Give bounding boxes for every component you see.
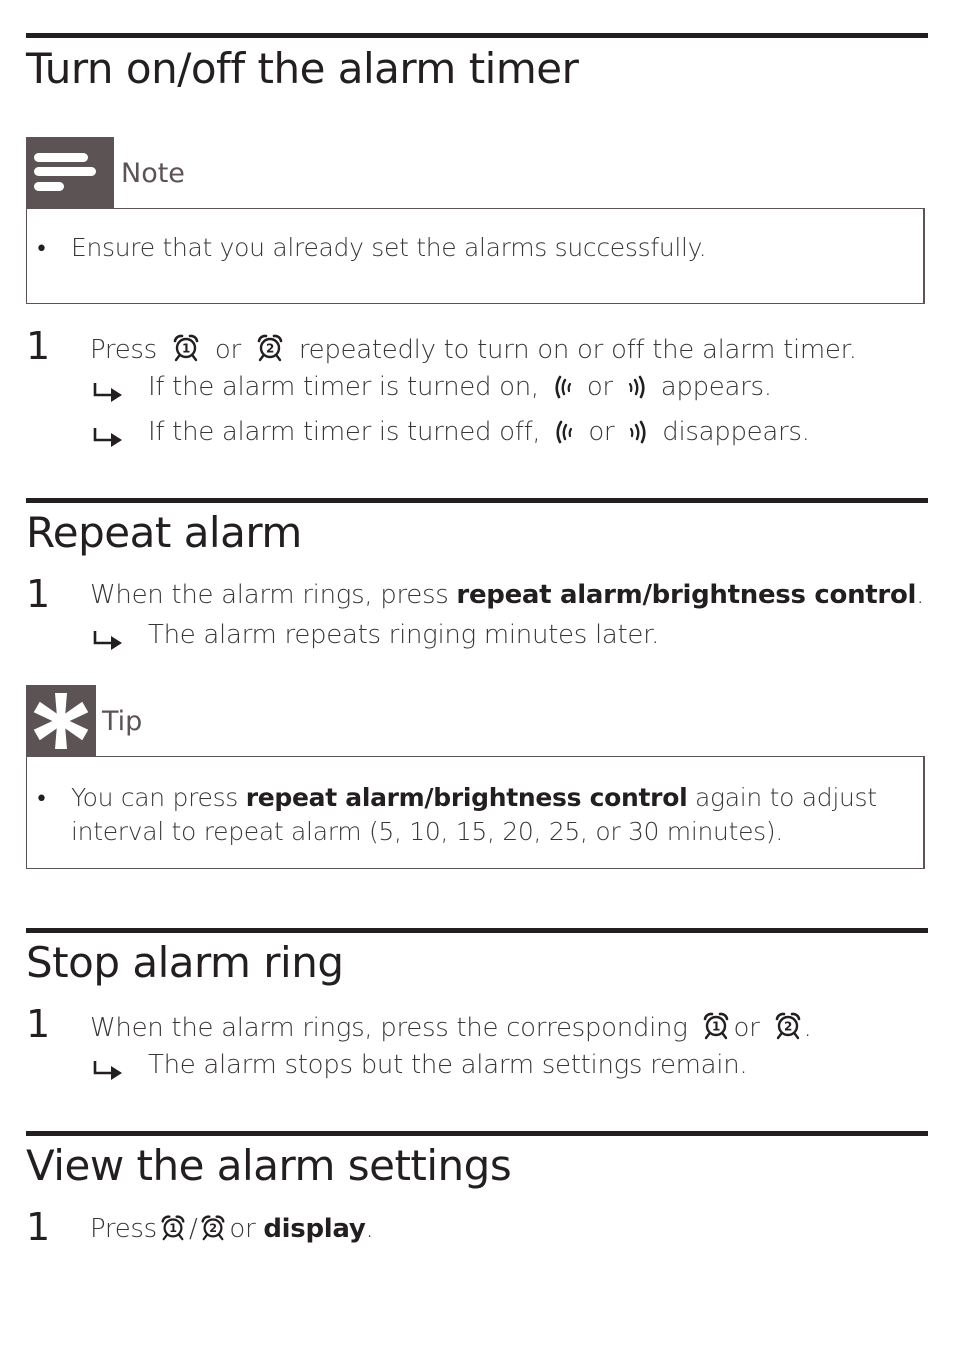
section-title-view-alarm-settings: View the alarm settings [26,1141,512,1190]
note-lines-icon [34,153,96,191]
alarm-1-icon [701,1010,731,1040]
step-result: The alarm stops but the alarm settings r… [148,1050,748,1080]
wave-right-icon [627,375,647,399]
alarm-2-icon [199,1213,227,1241]
button-name: display [263,1214,366,1244]
bullet-dot: • [35,787,48,812]
alarm-1-icon [171,332,201,362]
section-divider [26,928,928,933]
result-arrow-icon [92,629,126,651]
note-box: • Ensure that you already set the alarms… [26,208,925,304]
result-arrow-icon [92,1059,126,1081]
step-number: 1 [26,1002,51,1046]
note-text: Ensure that you already set the alarms s… [71,233,707,262]
section-title-turn-on-off: Turn on/off the alarm timer [26,44,579,93]
alarm-2-icon [773,1010,803,1040]
step-number: 1 [26,324,51,368]
step-text: When the alarm rings, press the correspo… [90,1010,812,1043]
wave-right-icon [628,420,648,444]
step-text: When the alarm rings, press repeat alarm… [90,580,925,610]
wave-left-icon [553,375,573,399]
tip-icon-block [26,685,96,757]
wave-left-icon [554,420,574,444]
step-text: Press or repeatedly to turn on or off th… [90,332,857,365]
note-label: Note [121,158,185,189]
section-divider [26,498,928,503]
button-name: repeat alarm/brightness control [456,580,917,610]
tip-label: Tip [102,706,143,737]
step-result: The alarm repeats ringing minutes later. [148,620,660,650]
section-title-stop-alarm-ring: Stop alarm ring [26,938,344,987]
result-arrow-icon [92,426,126,448]
step-number: 1 [26,572,51,616]
section-divider [26,33,928,38]
step-result: If the alarm timer is turned on, or appe… [148,372,772,402]
note-icon-block [26,137,114,209]
alarm-2-icon [255,332,285,362]
section-title-repeat-alarm: Repeat alarm [26,508,302,557]
result-arrow-icon [92,381,126,403]
tip-box: • You can press repeat alarm/brightness … [26,756,925,869]
button-name: repeat alarm/brightness control [245,783,688,812]
step-result: If the alarm timer is turned off, or dis… [148,417,810,447]
section-divider [26,1131,928,1136]
tip-text-line-1: You can press repeat alarm/brightness co… [71,783,877,812]
tip-text-line-2: interval to repeat alarm (5, 10, 15, 20,… [71,817,784,846]
bullet-dot: • [35,237,48,262]
tip-asterisk-icon [33,693,89,749]
step-number: 1 [26,1205,51,1249]
alarm-1-icon [159,1213,187,1241]
step-text: Press / or display. [90,1213,374,1244]
